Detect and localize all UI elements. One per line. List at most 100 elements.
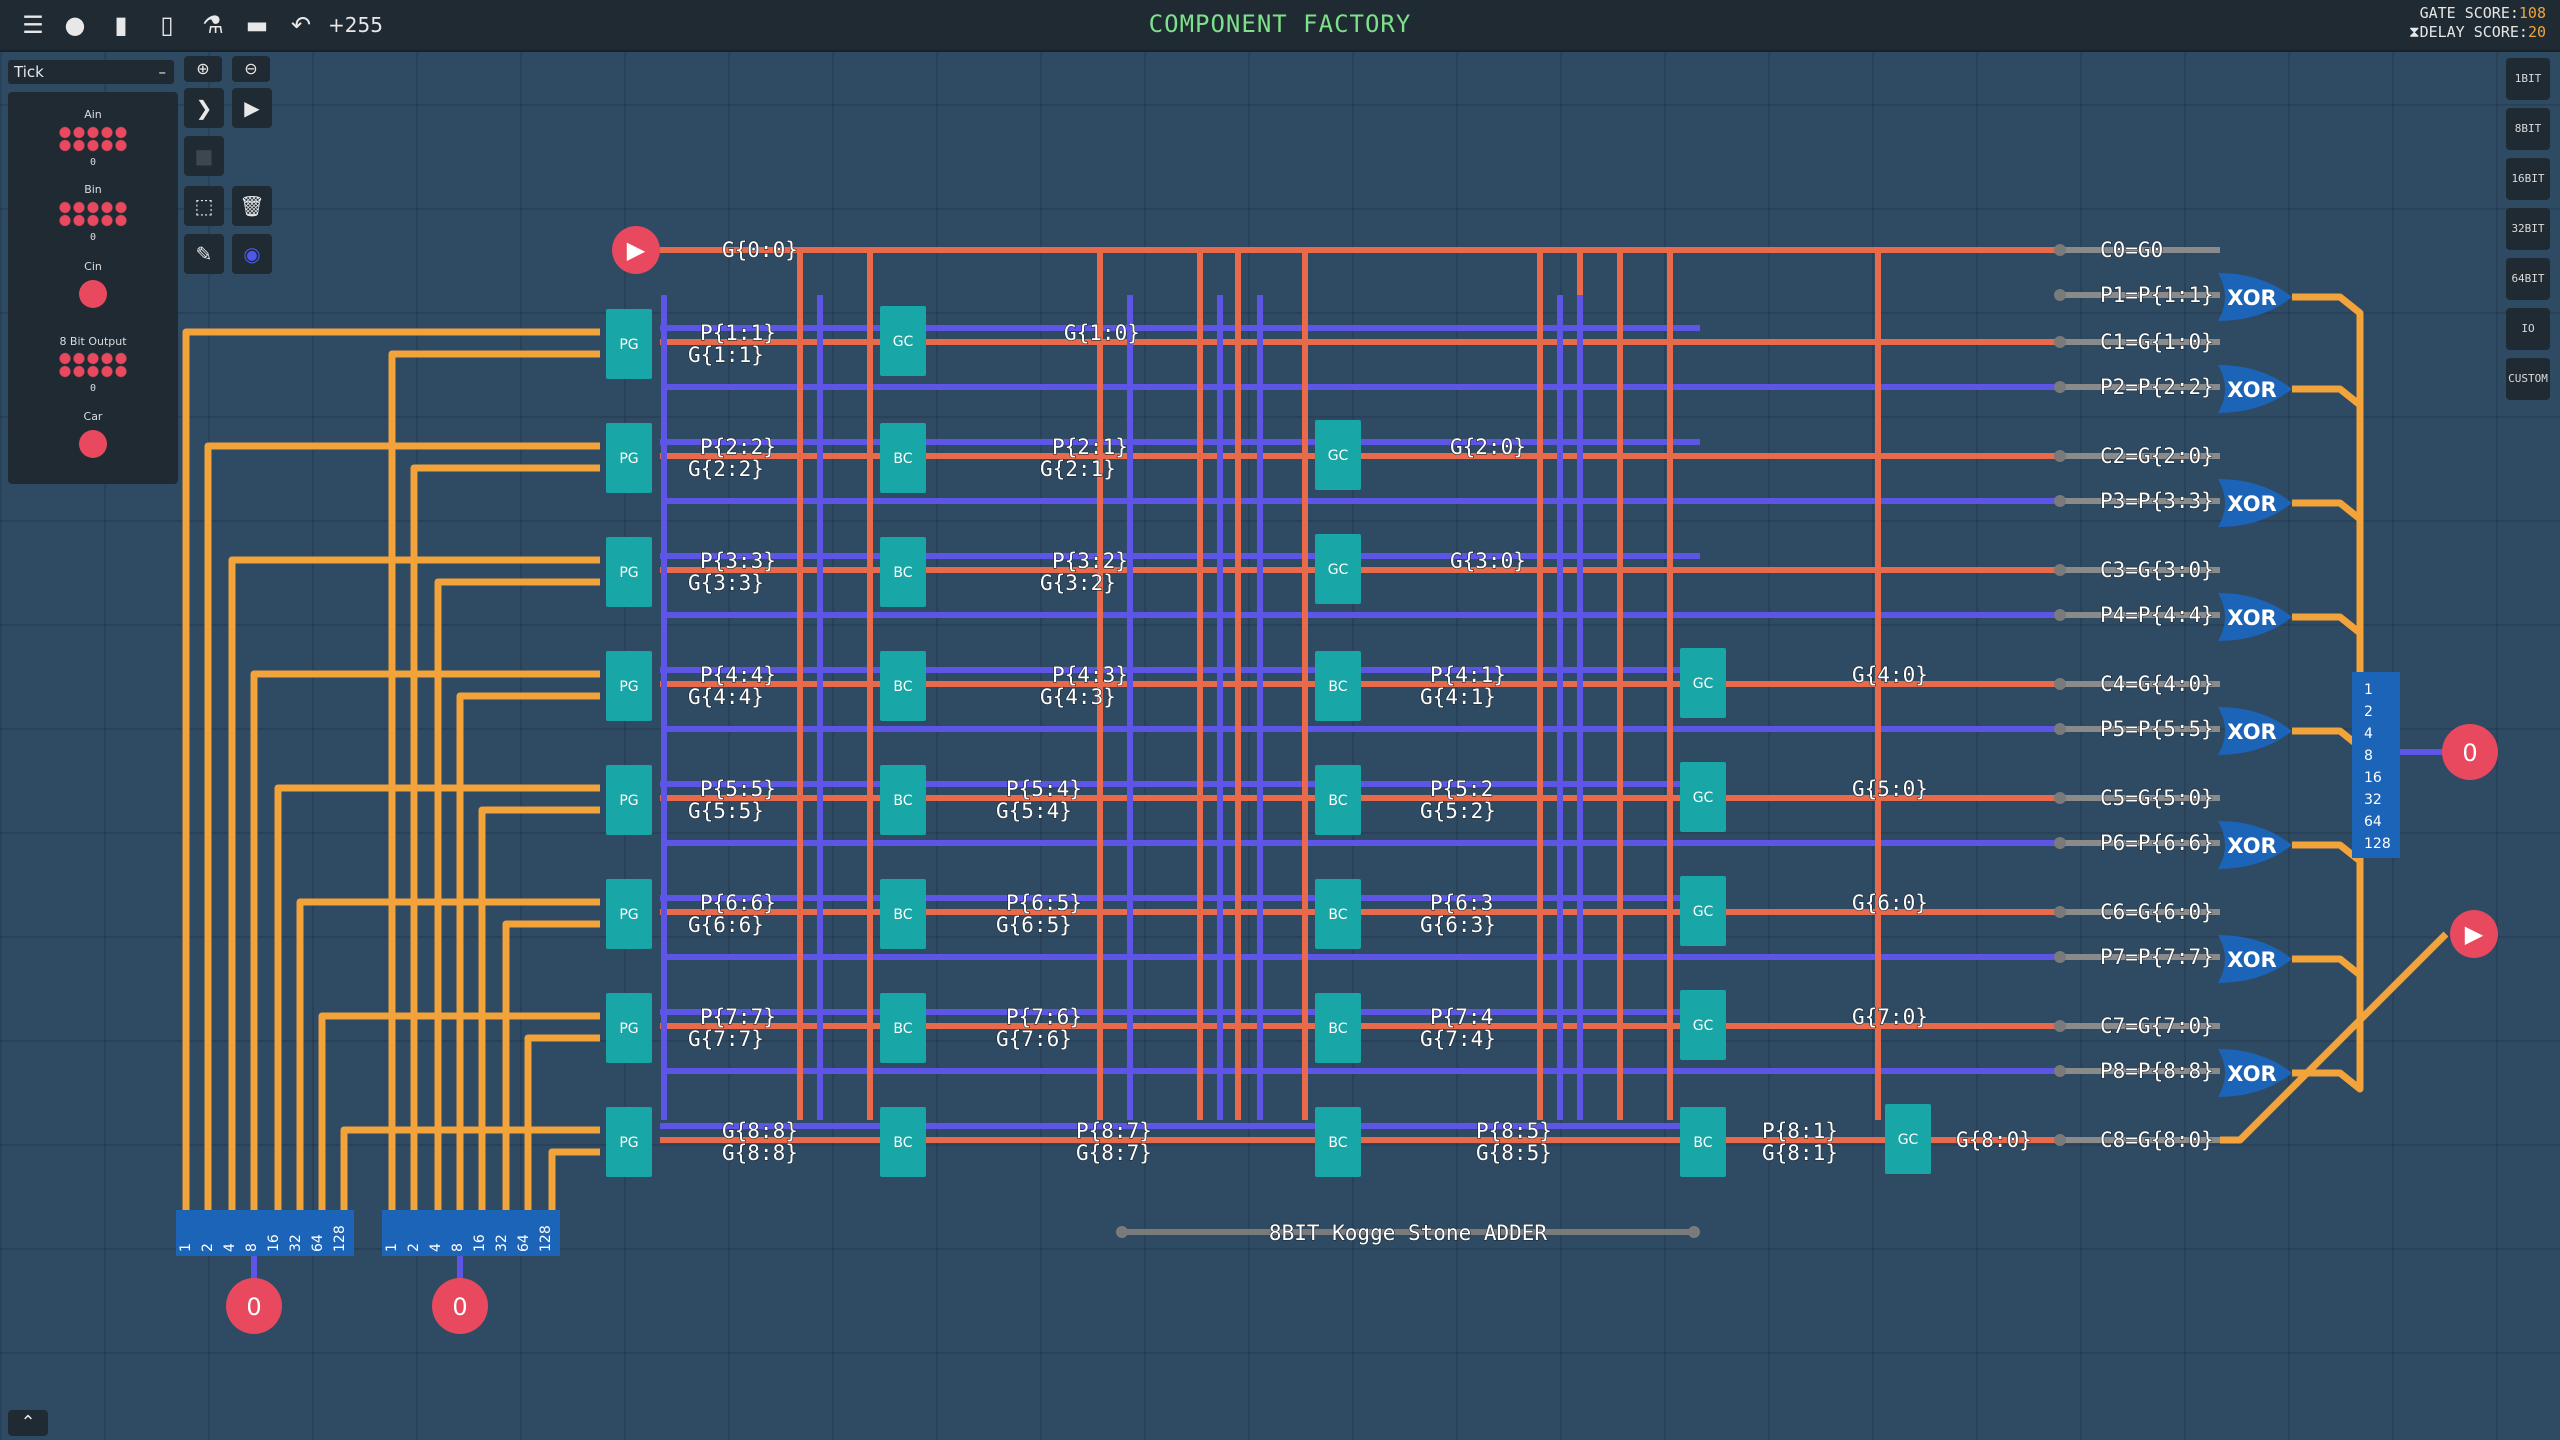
output-label-11: P6=P{6:6}	[2100, 831, 2214, 855]
bc-gate-c3-8-label: BC	[1693, 1135, 1712, 1151]
label-r2-b: G{2:2}	[688, 457, 764, 481]
comment-pin-right	[1688, 1226, 1700, 1238]
output-label-4: C2=G{2:0}	[2100, 444, 2214, 468]
bc-gate-c2-7-label: BC	[1328, 1021, 1347, 1037]
label-r2-c: P{2:1}	[1052, 435, 1128, 459]
label-r3-c: P{3:2}	[1052, 549, 1128, 573]
label-r5-b: G{5:5}	[688, 799, 764, 823]
output-label-5: P3=P{3:3}	[2100, 489, 2214, 513]
circuit-canvas[interactable]: ▶ PG PG PG PG PG PG PG PG BC BC BC BC BC BC BC BC BC BC BC B…	[0, 0, 2560, 1440]
input-a-splitter-bit-8: 8	[244, 1243, 260, 1252]
label-r6-d: G{6:5}	[996, 913, 1072, 937]
output-label-6: C3=G{3:0}	[2100, 558, 2214, 582]
label-r4-g: G{4:0}	[1852, 663, 1928, 687]
out-bit-8: 8	[2364, 748, 2373, 764]
label-r6-f: G{6:3}	[1420, 913, 1496, 937]
label-r3-a: P{3:3}	[700, 549, 776, 573]
xor-out-2	[2292, 499, 2364, 700]
label-r4-e: P{4:1}	[1430, 663, 1506, 687]
bc-gate-c1-5-label: BC	[893, 793, 912, 809]
out-pin-0	[2054, 244, 2066, 256]
pg-gate-4-label: PG	[619, 679, 638, 695]
label-r8-a: G{8:8}	[722, 1119, 798, 1143]
output-carry-arrow: ▶	[2465, 920, 2484, 948]
input-a-value: 0	[246, 1293, 261, 1321]
xor-out-0	[2292, 293, 2364, 700]
label-r6-b: G{6:6}	[688, 913, 764, 937]
out-bit-32: 32	[2364, 792, 2382, 808]
label-r5-a: P{5:5}	[700, 777, 776, 801]
xor-out-4	[2292, 700, 2364, 751]
label-r3-e: G{3:0}	[1450, 549, 1526, 573]
output-splitter	[2352, 672, 2400, 858]
out-pin-3	[2054, 381, 2066, 393]
xor-label-6: XOR	[2227, 834, 2276, 858]
out-bit-4: 4	[2364, 726, 2373, 742]
output-label-1: P1=P{1:1}	[2100, 283, 2214, 307]
input-b-splitter-bit-4: 4	[428, 1243, 444, 1252]
label-p11: P{1:1}	[700, 321, 776, 345]
bc-gate-c2-8-label: BC	[1328, 1135, 1347, 1151]
label-r8-d: G{8:7}	[1076, 1141, 1152, 1165]
output-label-12: C6=G{6:0}	[2100, 900, 2214, 924]
input-b-splitter-bit-8: 8	[450, 1243, 466, 1252]
output-label-16: C8=G{8:0}	[2100, 1128, 2214, 1152]
comment-label: 8BIT Kogge Stone ADDER	[1269, 1221, 1548, 1245]
label-r6-a: P{6:6}	[700, 891, 776, 915]
bc-gate-c2-4-label: BC	[1328, 679, 1347, 695]
out-pin-6	[2054, 564, 2066, 576]
output-label-0: C0=G0	[2100, 238, 2163, 262]
label-r5-f: G{5:2}	[1420, 799, 1496, 823]
bc-gate-c1-4-label: BC	[893, 679, 912, 695]
comment-pin-left	[1116, 1226, 1128, 1238]
gc-gate-8-label: GC	[1898, 1132, 1919, 1148]
xor-label-5: XOR	[2227, 720, 2276, 744]
bc-gate-c1-6-label: BC	[893, 907, 912, 923]
output-value: 0	[2462, 739, 2477, 767]
input-b-splitter-bit-16: 16	[472, 1234, 488, 1252]
label-r4-f: G{4:1}	[1420, 685, 1496, 709]
input-a-splitter-bit-4: 4	[222, 1243, 238, 1252]
label-r2-d: G{2:1}	[1040, 457, 1116, 481]
pg-gate-6-label: PG	[619, 907, 638, 923]
label-r8-g: P{8:1}	[1762, 1119, 1838, 1143]
label-g11: G{1:1}	[688, 343, 764, 367]
input-cin-arrow: ▶	[627, 236, 646, 264]
out-bit-64: 64	[2364, 814, 2382, 830]
out-pin-2	[2054, 336, 2066, 348]
label-r2-e: G{2:0}	[1450, 435, 1526, 459]
input-b-splitter-bit-1: 1	[384, 1243, 400, 1252]
bc-gate-c1-3-label: BC	[893, 565, 912, 581]
out-bit-128: 128	[2364, 836, 2391, 852]
out-pin-10	[2054, 792, 2066, 804]
label-r3-d: G{3:2}	[1040, 571, 1116, 595]
xor-label-1: XOR	[2227, 286, 2276, 310]
bc-gate-c2-6-label: BC	[1328, 907, 1347, 923]
label-g10: G{1:0}	[1064, 321, 1140, 345]
bus-b-7	[548, 1148, 600, 1215]
label-r5-e: P{5:2	[1430, 777, 1493, 801]
xor-label-8: XOR	[2227, 1062, 2276, 1086]
input-b-splitter-bit-2: 2	[406, 1243, 422, 1252]
out-pin-15	[2054, 1065, 2066, 1077]
out-pin-14	[2054, 1020, 2066, 1032]
pg-gate-3-label: PG	[619, 565, 638, 581]
output-label-9: P5=P{5:5}	[2100, 717, 2214, 741]
bc-gate-c1-7-label: BC	[893, 1021, 912, 1037]
label-r6-g: G{6:0}	[1852, 891, 1928, 915]
label-r6-c: P{6:5}	[1006, 891, 1082, 915]
out-pin-5	[2054, 495, 2066, 507]
out-pin-8	[2054, 678, 2066, 690]
label-r3-b: G{3:3}	[688, 571, 764, 595]
input-b-splitter-bit-64: 64	[516, 1234, 532, 1252]
output-label-15: P8=P{8:8}	[2100, 1059, 2214, 1083]
label-r8-e: P{8:5}	[1476, 1119, 1552, 1143]
label-r4-c: P{4:3}	[1052, 663, 1128, 687]
out-pin-7	[2054, 609, 2066, 621]
out-pin-16	[2054, 1134, 2066, 1146]
label-r7-f: G{7:4}	[1420, 1027, 1496, 1051]
input-a-splitter-bit-1: 1	[178, 1243, 194, 1252]
input-a-splitter-bit-128: 128	[332, 1225, 348, 1252]
out-bit-16: 16	[2364, 770, 2382, 786]
bc-gate-c2-5-label: BC	[1328, 793, 1347, 809]
